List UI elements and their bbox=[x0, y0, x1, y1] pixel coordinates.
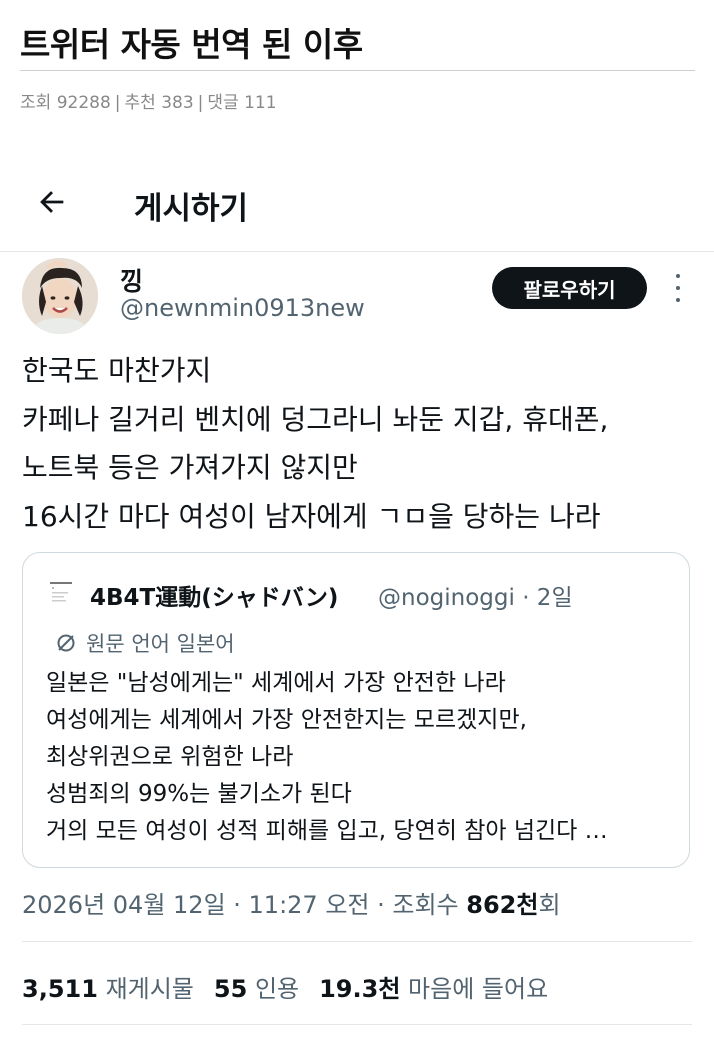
tweet-text: 한국도 마찬가지 카페나 길거리 벤치에 덩그라니 놔둔 지갑, 휴대폰, 노트… bbox=[22, 347, 702, 541]
quotes-count: 55 bbox=[213, 975, 248, 1003]
quotes-label: 인용 bbox=[254, 975, 300, 1003]
tweet-line: 한국도 마찬가지 bbox=[22, 354, 212, 387]
recommend-label: 추천 bbox=[124, 93, 156, 113]
stats-divider bbox=[22, 1024, 692, 1025]
post-title: 트위터 자동 번역 된 이후 bbox=[20, 25, 363, 64]
display-name[interactable]: 낑 bbox=[120, 262, 143, 298]
tweet-line: 카페나 길거리 벤치에 덩그라니 놔둔 지갑, 휴대폰, bbox=[22, 402, 609, 436]
header-divider bbox=[0, 251, 714, 252]
likes-count: 19.3천 bbox=[319, 975, 401, 1003]
tweet-line: 노트북 등은 가져가지 않지만 bbox=[22, 451, 358, 484]
timestamp-text: 2026년 04월 12일 · 11:27 오전 · 조회수 bbox=[22, 891, 459, 919]
quote-handle-time: @noginoggi · 2일 bbox=[378, 585, 573, 611]
tweet-line: 16시간 마다 여성이 남자에게 ㄱㅁ을 당하는 나라 bbox=[22, 499, 601, 533]
follow-button[interactable]: 팔로우하기 bbox=[492, 267, 647, 309]
retweets-stat[interactable]: 3,511 재게시물 bbox=[22, 975, 194, 1003]
title-divider bbox=[20, 70, 695, 71]
header-title: 게시하기 bbox=[134, 191, 249, 227]
quote-avatar bbox=[44, 575, 78, 609]
quote-display-name: 4B4T運動(シャドバン) bbox=[90, 585, 339, 611]
back-arrow-icon bbox=[40, 191, 64, 213]
quote-text: 일본은 "남성에게는" 세계에서 가장 안전한 나라 여성에게는 세계에서 가장… bbox=[46, 665, 686, 850]
avatar-image bbox=[22, 258, 98, 334]
likes-label: 마음에 들어요 bbox=[408, 975, 549, 1003]
likes-stat[interactable]: 19.3천 마음에 들어요 bbox=[319, 975, 548, 1003]
quote-avatar-image bbox=[44, 575, 78, 609]
translation-label: 원문 언어 일본어 bbox=[86, 632, 235, 656]
retweets-label: 재게시물 bbox=[105, 975, 194, 1003]
recommend-count: 383 bbox=[161, 93, 194, 113]
comments-label: 댓글 bbox=[207, 93, 239, 113]
quotes-stat[interactable]: 55 인용 bbox=[214, 975, 299, 1003]
quote-line: 최상위권으로 위험한 나라 bbox=[46, 744, 294, 770]
user-handle[interactable]: @newnmin0913new bbox=[120, 294, 365, 322]
timestamp-divider bbox=[22, 941, 692, 942]
comments-count: 111 bbox=[244, 93, 277, 113]
translate-icon bbox=[57, 634, 75, 652]
quote-line: 일본은 "남성에게는" 세계에서 가장 안전한 나라 bbox=[46, 670, 506, 696]
post-meta: 조회 92288 | 추천 383 | 댓글 111 bbox=[20, 93, 277, 113]
engagement-stats: 3,511 재게시물 55 인용 19.3천 마음에 들어요 bbox=[22, 969, 548, 1004]
view-count-suffix: 회 bbox=[538, 891, 561, 919]
quote-line: 여성에게는 세계에서 가장 안전한지는 모르겠지만, bbox=[46, 707, 527, 733]
tweet-timestamp: 2026년 04월 12일 · 11:27 오전 · 조회수 862천회 bbox=[22, 885, 561, 920]
back-button[interactable] bbox=[30, 180, 74, 224]
more-vertical-icon[interactable] bbox=[668, 274, 688, 302]
avatar[interactable] bbox=[22, 258, 98, 334]
views-label: 조회 bbox=[20, 93, 52, 113]
quote-line: 성범죄의 99%는 불기소가 된다 bbox=[46, 781, 352, 807]
translation-notice[interactable]: 원문 언어 일본어 bbox=[54, 628, 235, 658]
view-count: 862천 bbox=[466, 891, 539, 919]
views-count: 92288 bbox=[56, 93, 111, 113]
quote-line: 거의 모든 여성이 성적 피해를 입고, 당연히 참아 넘긴다 … bbox=[46, 818, 608, 844]
retweets-count: 3,511 bbox=[22, 975, 98, 1003]
